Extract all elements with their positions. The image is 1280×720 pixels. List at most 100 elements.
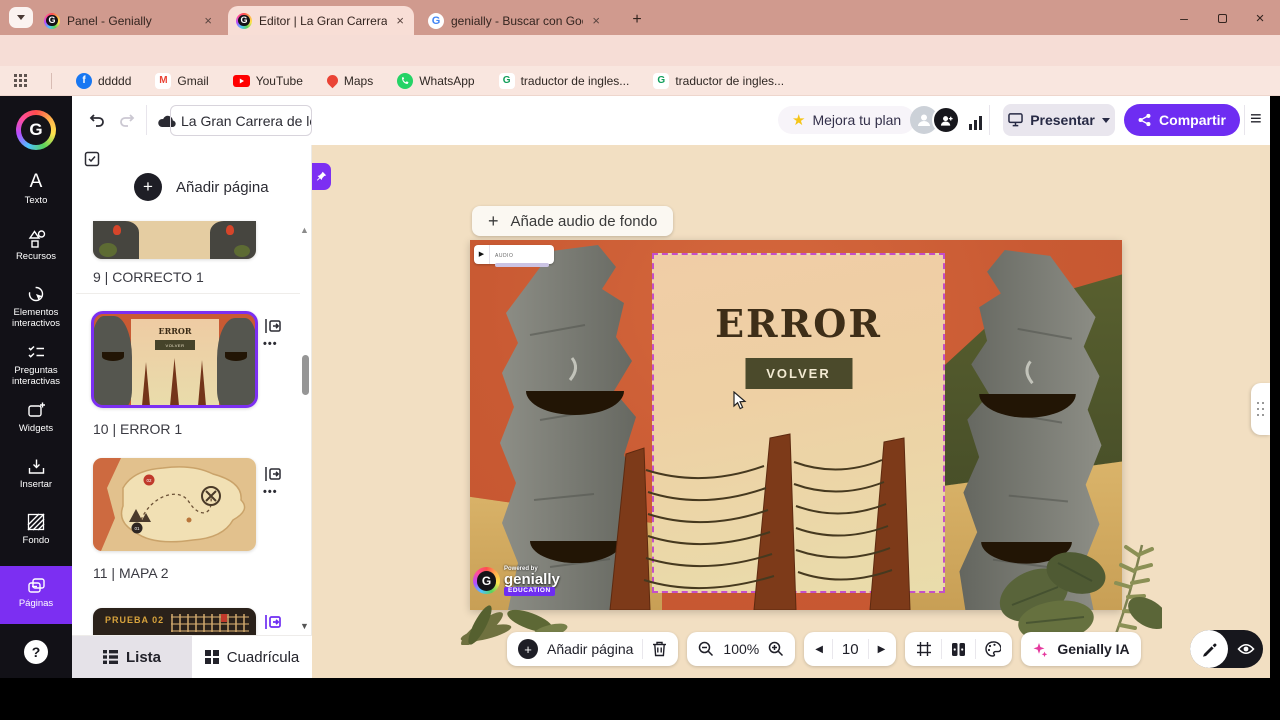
scroll-down-icon[interactable]: ▼ [300,621,309,631]
zoom-level: 100% [723,641,760,657]
genially-logo[interactable]: G [16,110,56,150]
page-layout-icon[interactable] [264,465,282,483]
facebook-icon: f [76,72,92,89]
menu-icon[interactable]: ≡ [1250,108,1262,131]
browser-tab-google[interactable]: G genially - Buscar con Google × [420,6,610,35]
slide-error-title[interactable]: ERROR [654,301,943,346]
tab-close-icon[interactable]: × [394,13,406,28]
undo-icon[interactable] [84,107,110,133]
window-maximize-button[interactable] [1210,8,1234,28]
bookmark-item[interactable]: YouTube [232,74,303,88]
scrollbar-thumb[interactable] [302,355,309,395]
sidebar-item-paginas[interactable]: Páginas [0,566,72,624]
pages-panel: + Añadir página 9 | CORRECTO 1 ERROR VOL… [72,145,312,635]
divider [975,639,977,659]
drag-dots-icon [1257,402,1259,404]
bookmark-item[interactable]: f ddddd [76,72,132,89]
help-button[interactable]: ? [24,640,48,664]
page-options-ellipsis[interactable]: ••• [263,486,278,498]
add-audio-button[interactable]: + Añade audio de fondo [472,206,674,236]
sidebar-item-elementos-interactivos[interactable]: Elementos interactivos [0,284,72,330]
palette-icon[interactable] [985,641,1002,657]
invite-collaborator-button[interactable] [932,106,960,134]
thumb-art [221,614,227,622]
bookmark-item[interactable]: WhatsApp [397,72,475,89]
preview-mode-button[interactable] [1228,642,1263,656]
pin-panel-button[interactable] [312,163,331,190]
browser-tab-panel[interactable]: G Panel - Genially × [36,6,222,35]
page-label[interactable]: 10 | ERROR 1 [93,421,182,437]
share-button[interactable]: Compartir [1124,104,1240,136]
genially-ia-button[interactable]: Genially IA [1021,632,1141,666]
slide-volver-button[interactable]: VOLVER [745,358,852,389]
page-thumbnail-10-selected[interactable]: ERROR VOLVER [91,311,258,408]
new-tab-button[interactable]: + [626,9,648,31]
add-page-label[interactable]: Añadir página [547,641,633,657]
tab-close-icon[interactable]: × [202,13,214,28]
edit-mode-button[interactable] [1190,630,1228,668]
page-thumbnail-11[interactable]: 02 01 [93,458,256,551]
page-layout-icon[interactable] [264,317,282,335]
window-close-button[interactable]: × [1248,8,1272,28]
background-icon [0,512,72,532]
page-thumbnail-12[interactable]: PRUEBA 02 [93,608,256,635]
zoom-in-icon[interactable] [768,641,784,657]
project-title-field[interactable]: La Gran Carrera de los ... [170,105,312,136]
sidebar-item-insertar[interactable]: Insertar [0,456,72,490]
present-button[interactable]: Presentar [1003,104,1115,136]
slide-leaves-right[interactable] [992,527,1162,647]
text-icon: A [29,171,43,192]
frame-grid-icon[interactable] [916,641,932,657]
slide-rope-bridge[interactable] [598,426,933,610]
play-icon[interactable]: ▶ [474,245,490,264]
bookmark-item[interactable]: M Gmail [155,72,209,89]
tab-close-icon[interactable]: × [590,13,602,28]
browser-tab-editor[interactable]: G Editor | La Gran Carrera de los D × [228,6,414,35]
add-page-button[interactable]: + Añadir página [72,171,311,203]
sidebar-item-widgets[interactable]: Widgets [0,400,72,434]
sidebar-item-fondo[interactable]: Fondo [0,512,72,546]
screen: G Panel - Genially × G Editor | La Gran … [0,0,1280,720]
scroll-up-icon[interactable]: ▲ [300,225,309,235]
tab-search-button[interactable] [9,7,33,28]
page-thumbnail-9[interactable] [93,221,256,259]
page-layout-icon[interactable] [264,613,282,631]
bookmark-item[interactable]: G traductor de ingles... [498,72,629,89]
checklist-clipboard-icon[interactable] [84,151,100,167]
divider [1244,105,1245,135]
bookmark-item[interactable]: Maps [324,72,373,89]
current-page-number: 10 [841,640,859,658]
shapes-icon [0,228,72,248]
svg-text:01: 01 [134,526,140,531]
trash-icon[interactable] [652,641,667,657]
page-label[interactable]: 11 | MAPA 2 [93,565,169,581]
apps-grid-icon[interactable] [14,74,27,87]
sidebar-item-preguntas-interactivas[interactable]: Preguntas interactivas [0,342,72,388]
stats-icon[interactable] [962,109,988,135]
audio-progress-bar[interactable] [495,263,549,268]
tab-cuadricula[interactable]: Cuadrícula [192,636,312,678]
sidebar-item-recursos[interactable]: Recursos [0,228,72,262]
page-label[interactable]: 9 | CORRECTO 1 [93,269,204,285]
bookmark-item[interactable]: G traductor de ingles... [653,72,784,89]
bookmark-label: WhatsApp [419,73,475,88]
toolbar-pages-group: + Añadir página [507,632,679,666]
tab-lista[interactable]: Lista [72,636,192,678]
cuadricula-label: Cuadrícula [226,648,300,666]
window-minimize-button[interactable]: – [1172,8,1196,28]
sidebar-item-texto[interactable]: A Texto [0,171,72,206]
gmail-icon: M [155,72,172,89]
slide-audio-player[interactable]: ▶ AUDIO [474,245,554,268]
redo-icon[interactable] [114,107,140,133]
add-page-button[interactable]: + [518,639,538,659]
page-options-ellipsis[interactable]: ••• [263,338,278,350]
upgrade-plan-button[interactable]: ★ Mejora tu plan [778,106,916,134]
genially-ia-label: Genially IA [1057,641,1130,657]
layout-columns-icon[interactable] [951,642,966,657]
bookmark-label: ddddd [98,73,132,88]
project-title: La Gran Carrera de los ... [181,112,311,129]
next-page-icon[interactable]: ▶ [878,644,886,655]
side-drawer-handle[interactable] [1251,383,1270,435]
zoom-out-icon[interactable] [698,641,714,657]
prev-page-icon[interactable]: ◀ [815,644,823,655]
